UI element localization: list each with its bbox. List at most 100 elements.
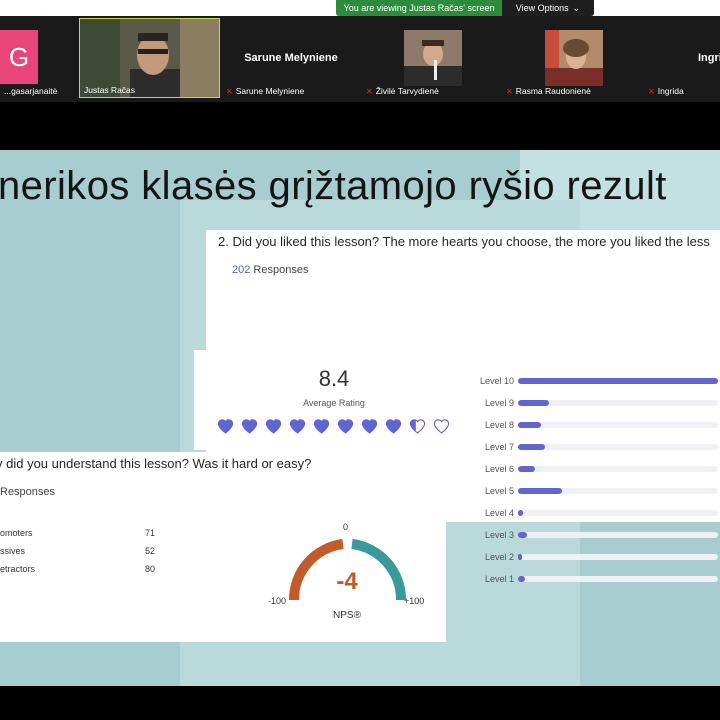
heart-icon — [265, 419, 282, 434]
level-bar-fill — [518, 532, 527, 538]
mic-muted-icon: ✕ — [366, 86, 373, 96]
responses-label: Responses — [253, 264, 309, 276]
responses-label: Responses — [0, 486, 56, 498]
participant-video — [404, 30, 462, 86]
level-bar-track — [518, 466, 718, 472]
gauge-min-label: -100 — [268, 596, 287, 606]
level-bar-fill — [518, 576, 525, 582]
nps-row-value: 52 — [144, 546, 155, 556]
level-label: Level 9 — [484, 398, 514, 408]
participant-tile[interactable]: Ingri ✕ Ingrida — [644, 18, 720, 98]
level-label: Level 7 — [484, 442, 514, 452]
participant-name-text: Justas Račas — [84, 85, 136, 95]
level-label: Level 2 — [484, 552, 514, 562]
mic-muted-icon: ✕ — [226, 86, 233, 96]
participant-tile[interactable]: Sarune Melyniene ✕ Sarune Melyniene — [222, 18, 360, 98]
participant-name-text: ...gasarjanaitė — [4, 86, 58, 96]
nps-row-promoters: omoters 71 — [0, 528, 155, 538]
average-rating-value: 8.4 — [318, 366, 350, 391]
participant-name: ✕ Živilė Tarvydienė — [366, 86, 439, 96]
level-bar-row: Level 10 — [472, 376, 718, 386]
level-label: Level 5 — [484, 486, 514, 496]
participant-name: Justas Račas — [84, 85, 135, 95]
level-bar-row: Level 5 — [472, 486, 718, 496]
nps-row-detractors: etractors 80 — [0, 564, 155, 574]
level-label: Level 10 — [479, 376, 514, 386]
nps-row-value: 80 — [144, 564, 155, 574]
bottom-bar — [0, 686, 720, 720]
participant-name: ✕ Sarune Melyniene — [226, 86, 304, 96]
level-bar-track — [518, 510, 718, 516]
level-bar-row: Level 6 — [472, 464, 718, 474]
mic-muted-icon: ✕ — [648, 86, 655, 96]
level-bar-track — [518, 554, 718, 560]
nps-label: NPS® — [333, 610, 361, 621]
nps-row-value: 71 — [144, 528, 155, 538]
heart-icon — [337, 419, 354, 434]
screen-share-banner: You are viewing Justas Račas' screen Vie… — [336, 0, 594, 16]
shared-screen: nerikos klasės grįžtamojo ryšio rezult 2… — [0, 150, 720, 686]
meeting-window: You are viewing Justas Račas' screen Vie… — [0, 0, 720, 720]
nps-row-passives: ssives 52 — [0, 546, 155, 556]
chevron-down-icon: ⌄ — [572, 2, 581, 13]
heart-icon — [313, 419, 330, 434]
level-label: Level 4 — [484, 508, 514, 518]
level-bar-track — [518, 532, 718, 538]
participant-tile-active[interactable]: Justas Račas — [79, 18, 220, 98]
level-bar-track — [518, 378, 718, 384]
level-bar-fill — [518, 378, 718, 384]
rating-question: 2. Did you liked this lesson? The more h… — [218, 234, 710, 249]
nps-row-label: ssives — [0, 546, 26, 556]
level-label: Level 8 — [484, 420, 514, 430]
level-bar-row: Level 4 — [472, 508, 718, 518]
nps-results-card: v did you understand this lesson? Was it… — [0, 452, 446, 642]
participant-name: ✕ Rasma Raudonienė — [506, 86, 591, 96]
participant-name-text: Ingrida — [657, 86, 684, 96]
heart-icon — [409, 419, 426, 434]
video-thumbnail-woman — [545, 30, 603, 86]
heart-icon — [241, 419, 258, 434]
level-bar-row: Level 9 — [472, 398, 718, 408]
level-bar-fill — [518, 444, 545, 450]
slide-title: nerikos klasės grįžtamojo ryšio rezult — [0, 164, 667, 208]
participant-strip: G ...gasarjanaitė Justas Račas Sarune Me… — [0, 16, 720, 102]
viewing-screen-label: You are viewing Justas Račas' screen — [336, 0, 502, 16]
level-bar-row: Level 1 — [472, 574, 718, 584]
participant-display-name: Sarune Melyniene — [244, 52, 338, 64]
top-bar: You are viewing Justas Račas' screen Vie… — [0, 0, 720, 16]
nps-row-label: etractors — [0, 564, 36, 574]
nps-score: -4 — [336, 568, 358, 595]
participant-tile[interactable]: ✕ Živilė Tarvydienė — [362, 18, 500, 98]
view-options-button[interactable]: View Options ⌄ — [502, 0, 594, 16]
view-options-label: View Options — [515, 3, 569, 13]
heart-icon — [433, 419, 450, 434]
level-bar-fill — [518, 422, 541, 428]
participant-video — [545, 30, 603, 86]
gauge-zero-label: 0 — [343, 522, 349, 532]
level-bar-row: Level 3 — [472, 530, 718, 540]
level-bar-fill — [518, 488, 562, 494]
hearts-rating — [216, 418, 451, 435]
level-bar-track — [518, 444, 718, 450]
gauge-max-label: +100 — [404, 596, 425, 606]
level-bar-track — [518, 576, 718, 582]
participant-tile[interactable]: ✕ Rasma Raudonienė — [502, 18, 640, 98]
participant-name-text: Živilė Tarvydienė — [375, 86, 439, 96]
responses-count: 202 Responses — [232, 264, 308, 276]
video-thumbnail-woman — [404, 30, 462, 86]
participant-display-name: Ingri — [698, 52, 720, 64]
participant-name: ...gasarjanaitė — [4, 86, 57, 96]
level-bar-track — [518, 400, 718, 406]
level-bar-fill — [518, 554, 522, 560]
heart-icon — [361, 419, 378, 434]
level-bar-track — [518, 422, 718, 428]
average-rating-label: Average Rating — [303, 398, 365, 408]
heart-icon — [289, 419, 306, 434]
avatar: G — [0, 30, 38, 84]
nps-question: v did you understand this lesson? Was it… — [0, 456, 312, 471]
level-bar-row: Level 8 — [472, 420, 718, 430]
participant-name-text: Rasma Raudonienė — [515, 86, 591, 96]
participant-name-text: Sarune Melyniene — [235, 86, 305, 96]
nps-row-label: omoters — [0, 528, 33, 538]
level-bar-row: Level 2 — [472, 552, 718, 562]
